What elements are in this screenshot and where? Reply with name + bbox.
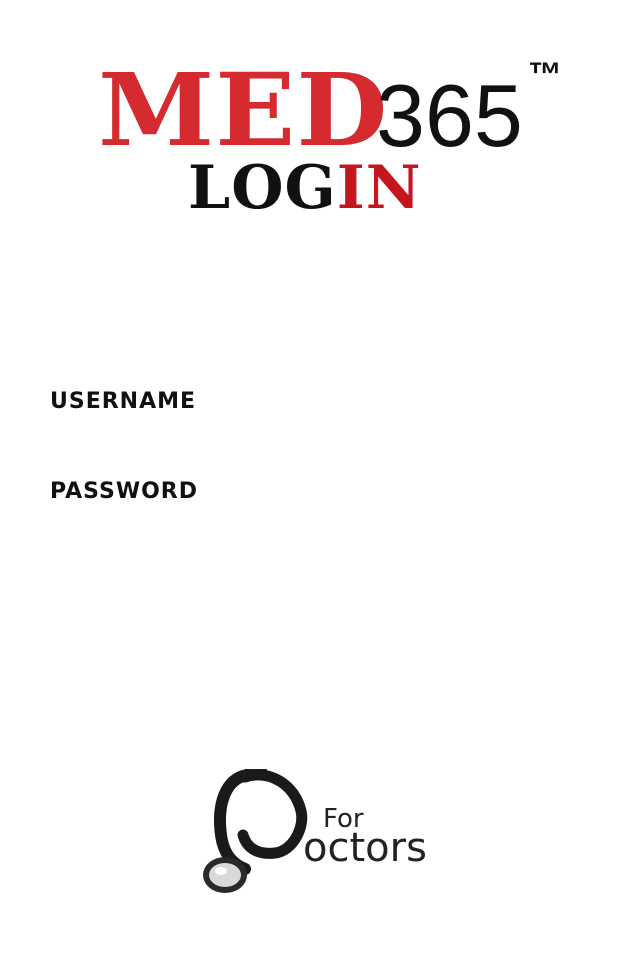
login-title: LOGIN bbox=[188, 156, 422, 220]
stethoscope-tube-left bbox=[214, 769, 253, 875]
logo-number-text: 365 bbox=[376, 66, 523, 165]
password-label: PASSWORD bbox=[50, 479, 199, 504]
username-label: USERNAME bbox=[50, 389, 197, 414]
username-input[interactable] bbox=[230, 384, 604, 420]
trademark-symbol: ™ bbox=[528, 56, 562, 94]
login-title-log: LOG bbox=[188, 153, 337, 223]
login-title-in: IN bbox=[336, 153, 422, 223]
for-doctors-logo: For octors bbox=[195, 765, 455, 900]
stethoscope-icon: For octors bbox=[203, 769, 427, 893]
password-input[interactable] bbox=[230, 474, 604, 510]
logo-med-text: MED bbox=[98, 51, 389, 169]
doctors-text: octors bbox=[303, 825, 427, 871]
stethoscope-tube-right bbox=[237, 769, 308, 859]
